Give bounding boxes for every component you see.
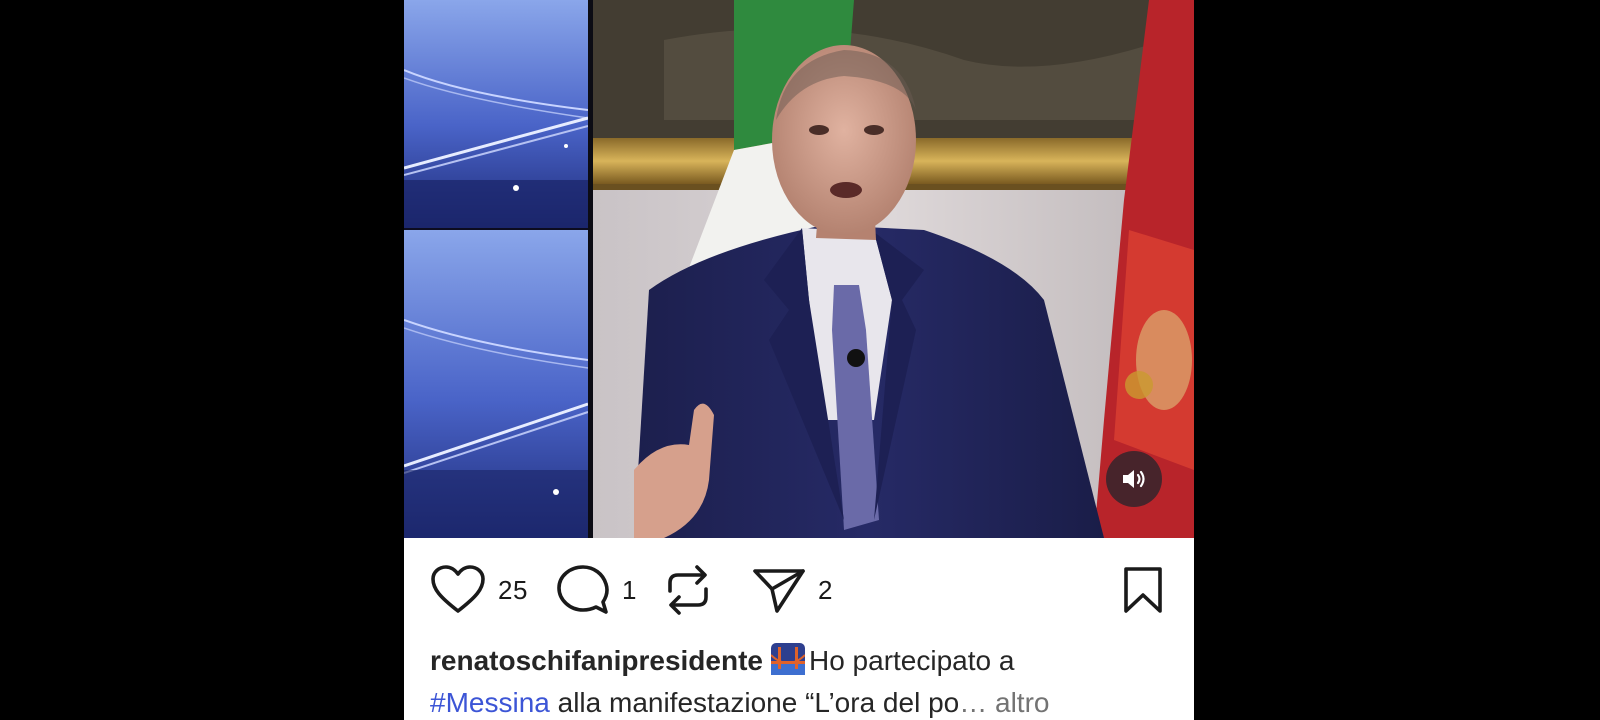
heart-icon [431, 565, 485, 613]
comment-button[interactable]: 1 [556, 562, 637, 618]
mute-toggle-button[interactable] [1106, 451, 1162, 507]
caption-line-2: #Messina alla manifestazione “L’ora del … [430, 682, 1170, 720]
bridge-inset-bottom [404, 230, 589, 538]
share-button[interactable]: 2 [752, 562, 833, 618]
share-count: 2 [818, 574, 833, 605]
caption-line-1: renatoschifanipresidente Ho partecipato … [430, 640, 1170, 682]
repost-button[interactable] [664, 562, 712, 618]
speaker-icon [1123, 470, 1145, 488]
caption-more-link[interactable]: altro [995, 687, 1049, 718]
like-count: 25 [498, 574, 528, 605]
post-video[interactable] [404, 0, 1194, 538]
caption-ellipsis: … [959, 687, 988, 718]
post-caption: renatoschifanipresidente Ho partecipato … [430, 640, 1170, 720]
comment-count: 1 [622, 574, 637, 605]
caption-text-line-2: alla manifestazione “L’ora del po [557, 687, 960, 718]
post-action-bar: 25 1 2 [404, 538, 1194, 642]
paper-plane-icon [753, 569, 805, 613]
bridge-at-night-emoji [770, 643, 805, 675]
caption-text-line-1: Ho partecipato a [808, 645, 1015, 676]
bookmark-icon [1124, 567, 1162, 613]
like-button[interactable]: 25 [430, 562, 528, 618]
speech-bubble-icon [557, 565, 609, 614]
post-card: 25 1 2 renatoschifanipresidente Ho parte… [404, 0, 1194, 720]
bridge-inset-top [404, 0, 589, 228]
repost-arrows-icon [668, 565, 708, 615]
caption-username[interactable]: renatoschifanipresidente [430, 645, 763, 676]
video-frame [404, 0, 1194, 538]
save-button[interactable] [1122, 562, 1164, 618]
hashtag-link[interactable]: #Messina [430, 687, 550, 718]
